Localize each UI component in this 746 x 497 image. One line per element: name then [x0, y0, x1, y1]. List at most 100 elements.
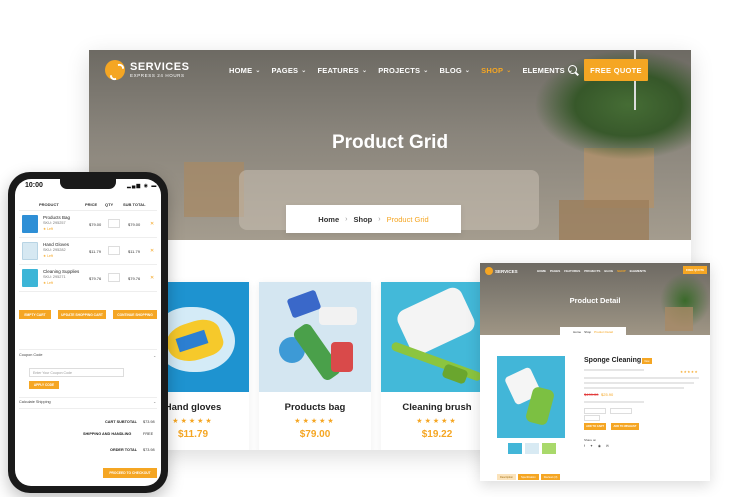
breadcrumb-home[interactable]: Home: [318, 215, 339, 224]
phone-screen: 10:00 ▂▄▆ ◉ ▬ PRODUCT PRICE QTY SUB TOTA…: [15, 179, 161, 486]
product-grid: Hand gloves ★★★★★ $11.79 Products bag ★★…: [137, 282, 493, 450]
chevron-down-icon: ⌄: [301, 68, 307, 74]
tab-description[interactable]: Description: [497, 474, 516, 480]
product-card[interactable]: Products bag ★★★★★ $79.00: [259, 282, 371, 450]
tab-reviews[interactable]: Reviews (3): [540, 474, 561, 480]
main-menu: HOME ⌄ PAGES ⌄ FEATURES ⌄ PROJECTS ⌄ BLOG ⌄ S…: [229, 66, 573, 75]
detail-menu-item[interactable]: PROJECTS: [584, 269, 600, 273]
empty-cart-button[interactable]: EMPTY CART: [19, 310, 51, 319]
product-image[interactable]: [381, 282, 493, 392]
product-name[interactable]: Cleaning brush: [381, 402, 493, 413]
quantity-input[interactable]: [108, 246, 120, 255]
remove-item-icon[interactable]: ✕: [150, 248, 154, 254]
product-thumbnail[interactable]: [22, 215, 38, 233]
color-select[interactable]: [610, 408, 632, 414]
shipping-section-label[interactable]: Calculate Shipping: [19, 400, 51, 404]
search-icon[interactable]: [568, 65, 577, 74]
cart-product-sku: SKU: 295271: [43, 275, 66, 279]
menu-item-blog[interactable]: BLOG ⌄: [439, 66, 470, 75]
logo-title: SERVICES: [130, 60, 190, 73]
breadcrumb-shop[interactable]: Shop: [353, 215, 372, 224]
site-logo[interactable]: SERVICES EXPRESS 24 HOURS: [105, 60, 189, 80]
coupon-section-label[interactable]: Coupon Code: [19, 353, 42, 357]
cart-product-stock: ★ Left: [43, 281, 53, 285]
product-card[interactable]: Cleaning brush ★★★★★ $19.22: [381, 282, 493, 450]
order-total-label: ORDER TOTAL: [110, 448, 138, 452]
menu-item-pages[interactable]: PAGES ⌄: [272, 66, 307, 75]
remove-item-icon[interactable]: ✕: [150, 275, 154, 281]
size-select[interactable]: [584, 408, 606, 414]
chevron-down-icon[interactable]: ⌄: [153, 353, 156, 358]
detail-site-logo[interactable]: SERVICES: [485, 267, 518, 275]
phone-notch: [60, 179, 116, 189]
product-image[interactable]: [259, 282, 371, 392]
detail-menu-item[interactable]: HOME: [537, 269, 546, 273]
thumbnail[interactable]: [542, 443, 556, 454]
detail-free-quote-button[interactable]: FREE QUOTE: [683, 266, 707, 274]
menu-label: BLOG: [439, 66, 462, 75]
menu-item-elements[interactable]: ELEMENTS ⌄: [522, 66, 573, 75]
continue-shopping-button[interactable]: CONTINUE SHOPPING: [113, 310, 157, 319]
cart-product-name[interactable]: Cleaning Supplies: [43, 269, 79, 274]
star-rating-icon: ★★★★★: [416, 418, 458, 425]
logo-icon: [105, 60, 125, 80]
showcase-stage: SERVICES EXPRESS 24 HOURS HOME ⌄ PAGES ⌄ F…: [0, 0, 746, 497]
cart-product-sku: SKU: 295282: [43, 248, 66, 252]
thumbnail[interactable]: [508, 443, 522, 454]
hero-box-illustration: [184, 162, 244, 217]
star-rating-icon: ★★★★★: [294, 418, 336, 425]
detail-menu-item[interactable]: PAGES: [550, 269, 560, 273]
detail-menu-item[interactable]: FEATURES: [564, 269, 580, 273]
free-quote-button[interactable]: FREE QUOTE: [584, 59, 648, 81]
menu-label: ELEMENTS: [522, 66, 565, 75]
detail-product-image[interactable]: [497, 356, 565, 438]
breadcrumb-separator-icon: ›: [345, 215, 348, 223]
detail-logo-title: SERVICES: [495, 268, 518, 274]
cart-row: Cleaning Supplies SKU: 295271 ★ Left $79…: [19, 266, 157, 292]
column-header: QTY: [105, 202, 114, 207]
breadcrumb-shop[interactable]: Shop: [584, 330, 591, 334]
menu-item-home[interactable]: HOME ⌄: [229, 66, 261, 75]
product-name[interactable]: Products bag: [259, 402, 371, 413]
detail-tabs: Description Specification Reviews (3): [497, 474, 561, 480]
menu-item-shop[interactable]: SHOP ⌄: [481, 66, 511, 75]
breadcrumb-home[interactable]: Home: [573, 330, 581, 334]
signal-battery-icon: ▂▄▆ ◉ ▬: [127, 183, 158, 189]
add-to-wishlist-button[interactable]: ADD TO WISHLIST: [611, 423, 639, 430]
status-time: 10:00: [25, 182, 43, 189]
checkout-button[interactable]: PROCEED TO CHECKOUT: [103, 468, 157, 478]
detail-breadcrumb: Home Shop Product Detail: [560, 327, 626, 337]
coupon-code-input[interactable]: Enter Your Coupon Code: [29, 368, 124, 377]
chevron-down-icon[interactable]: ⌄: [153, 399, 156, 404]
share-icons[interactable]: f ✦ ◉ ✉: [584, 444, 611, 448]
cart-product-name[interactable]: Hand Gloves: [43, 242, 69, 247]
detail-menu-item[interactable]: SHOP: [617, 269, 626, 273]
divider: [19, 408, 157, 409]
product-thumbnail[interactable]: [22, 242, 38, 260]
remove-item-icon[interactable]: ✕: [150, 221, 154, 227]
quantity-input[interactable]: [108, 219, 120, 228]
menu-label: HOME: [229, 66, 253, 75]
apply-coupon-button[interactable]: APPLY CODE: [29, 381, 59, 389]
quantity-stepper[interactable]: [584, 415, 600, 421]
divider: [19, 349, 157, 350]
share-label: Share on: [584, 438, 597, 442]
product-thumbnail[interactable]: [22, 269, 38, 287]
sale-price: $25.90: [601, 392, 614, 397]
breadcrumb: Home › Shop › Product Grid: [286, 205, 461, 233]
cart-product-name[interactable]: Products Bag: [43, 215, 70, 220]
text-placeholder: [584, 382, 694, 384]
update-cart-button[interactable]: UPDATE SHOPPING CART: [58, 310, 106, 319]
add-to-cart-button[interactable]: ADD TO CART: [584, 423, 606, 430]
cart-product-subtotal: $79.76: [128, 276, 141, 281]
tab-specification[interactable]: Specification: [517, 474, 539, 480]
menu-item-features[interactable]: FEATURES ⌄: [317, 66, 367, 75]
detail-menu-item[interactable]: ELEMENTS: [630, 269, 646, 273]
menu-label: SHOP: [481, 66, 504, 75]
thumbnail[interactable]: [525, 443, 539, 454]
detail-menu-item[interactable]: BLOG: [604, 269, 613, 273]
quantity-input[interactable]: [108, 273, 120, 282]
cart-product-stock: ★ Left: [43, 227, 53, 231]
menu-item-projects[interactable]: PROJECTS ⌄: [378, 66, 428, 75]
new-badge: New: [642, 358, 652, 364]
